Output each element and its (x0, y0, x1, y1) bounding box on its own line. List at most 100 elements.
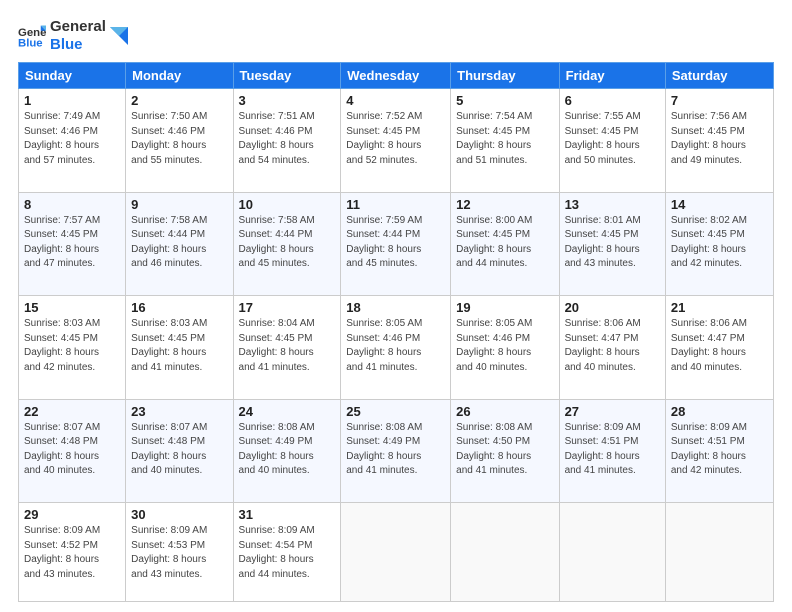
calendar-cell: 15 Sunrise: 8:03 AMSunset: 4:45 PMDayligh… (19, 296, 126, 400)
calendar-cell: 5Sunrise: 7:54 AMSunset: 4:45 PMDaylight… (451, 89, 559, 193)
day-number: 6 (565, 93, 660, 108)
calendar-header-friday: Friday (559, 63, 665, 89)
calendar-cell: 21 Sunrise: 8:06 AMSunset: 4:47 PMDayligh… (665, 296, 773, 400)
calendar-header-wednesday: Wednesday (341, 63, 451, 89)
day-info: Sunrise: 7:51 AMSunset: 4:46 PMDaylight:… (239, 110, 336, 168)
day-info: Sunrise: 8:03 AMSunset: 4:45 PMDaylight:… (24, 317, 120, 375)
calendar-cell: 12 Sunrise: 8:00 AMSunset: 4:45 PMDayligh… (451, 192, 559, 296)
day-info: Sunrise: 8:09 AMSunset: 4:53 PMDaylight:… (131, 524, 227, 582)
day-number: 15 (24, 300, 120, 315)
day-number: 7 (671, 93, 768, 108)
day-number: 20 (565, 300, 660, 315)
day-number: 2 (131, 93, 227, 108)
day-info: Sunrise: 8:01 AMSunset: 4:45 PMDaylight:… (565, 214, 660, 272)
day-info: Sunrise: 8:06 AMSunset: 4:47 PMDaylight:… (671, 317, 768, 375)
day-info: Sunrise: 7:50 AMSunset: 4:46 PMDaylight:… (131, 110, 227, 168)
day-info: Sunrise: 8:03 AMSunset: 4:45 PMDaylight:… (131, 317, 227, 375)
calendar-cell: 9 Sunrise: 7:58 AMSunset: 4:44 PMDaylight… (126, 192, 233, 296)
day-info: Sunrise: 8:09 AMSunset: 4:51 PMDaylight:… (671, 421, 768, 479)
calendar-table: SundayMondayTuesdayWednesdayThursdayFrid… (18, 62, 774, 602)
calendar-header-saturday: Saturday (665, 63, 773, 89)
calendar-cell: 6 Sunrise: 7:55 AMSunset: 4:45 PMDaylight… (559, 89, 665, 193)
calendar-cell: 11Sunrise: 7:59 AMSunset: 4:44 PMDayligh… (341, 192, 451, 296)
calendar-cell: 7 Sunrise: 7:56 AMSunset: 4:45 PMDaylight… (665, 89, 773, 193)
day-number: 18 (346, 300, 445, 315)
day-info: Sunrise: 8:08 AMSunset: 4:49 PMDaylight:… (239, 421, 336, 479)
calendar-cell: 23 Sunrise: 8:07 AMSunset: 4:48 PMDayligh… (126, 399, 233, 503)
day-info: Sunrise: 8:09 AMSunset: 4:54 PMDaylight:… (239, 524, 336, 582)
logo-text-general: General (50, 18, 106, 36)
day-info: Sunrise: 8:07 AMSunset: 4:48 PMDaylight:… (24, 421, 120, 479)
logo: General Blue General Blue (18, 18, 128, 54)
day-info: Sunrise: 8:09 AMSunset: 4:52 PMDaylight:… (24, 524, 120, 582)
day-number: 16 (131, 300, 227, 315)
day-info: Sunrise: 8:09 AMSunset: 4:51 PMDaylight:… (565, 421, 660, 479)
calendar-cell: 29 Sunrise: 8:09 AMSunset: 4:52 PMDayligh… (19, 503, 126, 602)
calendar-cell: 24 Sunrise: 8:08 AMSunset: 4:49 PMDayligh… (233, 399, 341, 503)
day-number: 22 (24, 404, 120, 419)
calendar-cell: 28Sunrise: 8:09 AMSunset: 4:51 PMDayligh… (665, 399, 773, 503)
calendar-cell: 10 Sunrise: 7:58 AMSunset: 4:44 PMDayligh… (233, 192, 341, 296)
calendar-cell: 17 Sunrise: 8:04 AMSunset: 4:45 PMDayligh… (233, 296, 341, 400)
day-info: Sunrise: 8:05 AMSunset: 4:46 PMDaylight:… (456, 317, 553, 375)
day-info: Sunrise: 8:07 AMSunset: 4:48 PMDaylight:… (131, 421, 227, 479)
day-number: 12 (456, 197, 553, 212)
day-info: Sunrise: 8:04 AMSunset: 4:45 PMDaylight:… (239, 317, 336, 375)
day-info: Sunrise: 8:05 AMSunset: 4:46 PMDaylight:… (346, 317, 445, 375)
day-info: Sunrise: 7:55 AMSunset: 4:45 PMDaylight:… (565, 110, 660, 168)
day-number: 10 (239, 197, 336, 212)
calendar-cell: 16 Sunrise: 8:03 AMSunset: 4:45 PMDayligh… (126, 296, 233, 400)
logo-chevron-icon (110, 27, 128, 45)
day-info: Sunrise: 7:58 AMSunset: 4:44 PMDaylight:… (239, 214, 336, 272)
day-info: Sunrise: 7:57 AMSunset: 4:45 PMDaylight:… (24, 214, 120, 272)
day-number: 9 (131, 197, 227, 212)
logo-icon: General Blue (18, 22, 46, 50)
day-info: Sunrise: 8:02 AMSunset: 4:45 PMDaylight:… (671, 214, 768, 272)
day-number: 24 (239, 404, 336, 419)
day-info: Sunrise: 7:56 AMSunset: 4:45 PMDaylight:… (671, 110, 768, 168)
day-number: 13 (565, 197, 660, 212)
svg-text:Blue: Blue (18, 38, 43, 50)
calendar-cell: 18 Sunrise: 8:05 AMSunset: 4:46 PMDayligh… (341, 296, 451, 400)
day-number: 29 (24, 507, 120, 522)
day-number: 3 (239, 93, 336, 108)
day-info: Sunrise: 8:08 AMSunset: 4:49 PMDaylight:… (346, 421, 445, 479)
day-number: 23 (131, 404, 227, 419)
logo-text-blue: Blue (50, 36, 106, 54)
calendar-header-thursday: Thursday (451, 63, 559, 89)
calendar-cell: 30 Sunrise: 8:09 AMSunset: 4:53 PMDayligh… (126, 503, 233, 602)
calendar-cell: 8Sunrise: 7:57 AMSunset: 4:45 PMDaylight… (19, 192, 126, 296)
calendar-cell: 14Sunrise: 8:02 AMSunset: 4:45 PMDayligh… (665, 192, 773, 296)
day-info: Sunrise: 8:08 AMSunset: 4:50 PMDaylight:… (456, 421, 553, 479)
calendar-cell: 25 Sunrise: 8:08 AMSunset: 4:49 PMDayligh… (341, 399, 451, 503)
day-number: 19 (456, 300, 553, 315)
calendar-cell: 2 Sunrise: 7:50 AMSunset: 4:46 PMDaylight… (126, 89, 233, 193)
calendar-cell (665, 503, 773, 602)
day-number: 5 (456, 93, 553, 108)
calendar-cell: 19 Sunrise: 8:05 AMSunset: 4:46 PMDayligh… (451, 296, 559, 400)
calendar-cell (341, 503, 451, 602)
calendar-header-tuesday: Tuesday (233, 63, 341, 89)
calendar-cell: 31 Sunrise: 8:09 AMSunset: 4:54 PMDayligh… (233, 503, 341, 602)
day-number: 27 (565, 404, 660, 419)
calendar-cell: 22 Sunrise: 8:07 AMSunset: 4:48 PMDayligh… (19, 399, 126, 503)
calendar-cell (559, 503, 665, 602)
calendar-cell: 1Sunrise: 7:49 AMSunset: 4:46 PMDaylight… (19, 89, 126, 193)
day-info: Sunrise: 7:49 AMSunset: 4:46 PMDaylight:… (24, 110, 120, 168)
calendar-header-sunday: Sunday (19, 63, 126, 89)
day-number: 25 (346, 404, 445, 419)
day-number: 26 (456, 404, 553, 419)
day-info: Sunrise: 7:52 AMSunset: 4:45 PMDaylight:… (346, 110, 445, 168)
day-number: 17 (239, 300, 336, 315)
day-info: Sunrise: 7:58 AMSunset: 4:44 PMDaylight:… (131, 214, 227, 272)
day-info: Sunrise: 7:59 AMSunset: 4:44 PMDaylight:… (346, 214, 445, 272)
header: General Blue General Blue (18, 18, 774, 54)
calendar-cell: 13 Sunrise: 8:01 AMSunset: 4:45 PMDayligh… (559, 192, 665, 296)
calendar-cell: 27 Sunrise: 8:09 AMSunset: 4:51 PMDayligh… (559, 399, 665, 503)
day-number: 31 (239, 507, 336, 522)
day-number: 30 (131, 507, 227, 522)
calendar-header-monday: Monday (126, 63, 233, 89)
day-info: Sunrise: 8:00 AMSunset: 4:45 PMDaylight:… (456, 214, 553, 272)
day-number: 21 (671, 300, 768, 315)
calendar-cell: 20Sunrise: 8:06 AMSunset: 4:47 PMDayligh… (559, 296, 665, 400)
